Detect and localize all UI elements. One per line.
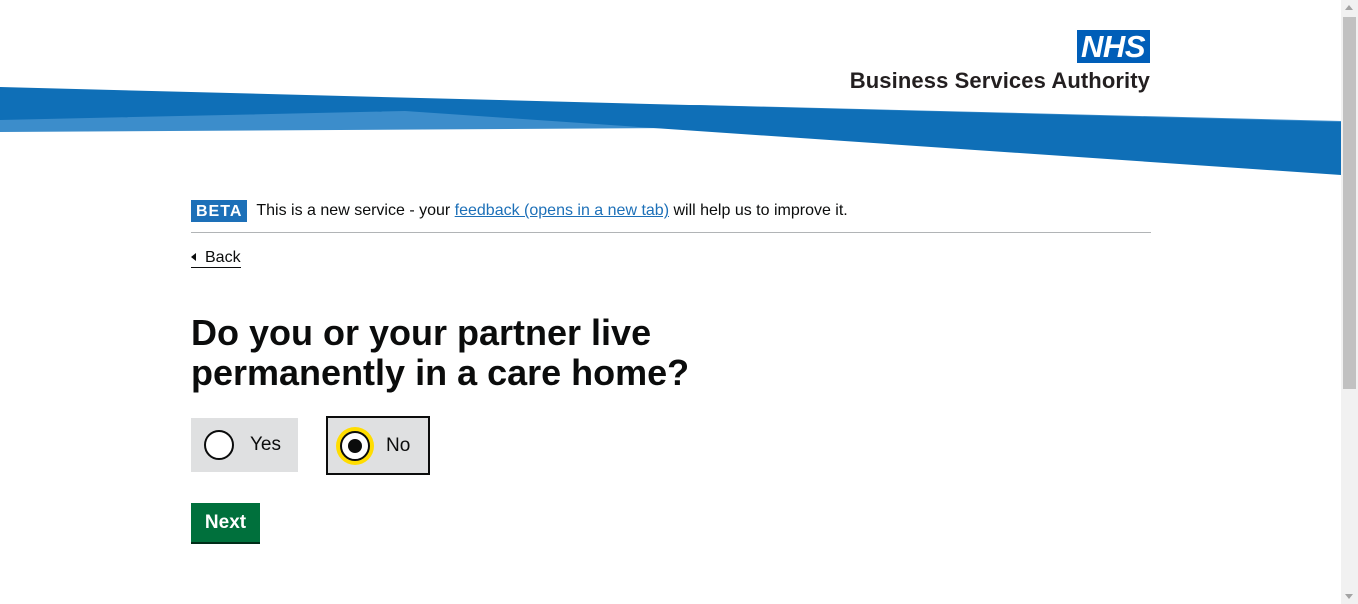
radio-option-yes[interactable]: Yes bbox=[191, 418, 298, 472]
beta-tag: BETA bbox=[191, 200, 248, 222]
chevron-left-icon bbox=[191, 253, 196, 261]
scroll-up-arrow-icon[interactable] bbox=[1345, 5, 1353, 10]
radio-label-yes[interactable]: Yes bbox=[250, 434, 281, 456]
back-link-label: Back bbox=[205, 249, 241, 266]
radio-button-selected[interactable] bbox=[340, 430, 370, 461]
next-button[interactable]: Next bbox=[191, 503, 260, 542]
page-title: Do you or your partner live permanently … bbox=[191, 312, 690, 393]
nhs-logo-mark: NHS bbox=[1077, 30, 1150, 63]
phase-banner: BETA This is a new service - your feedba… bbox=[191, 200, 1151, 233]
radio-button-unselected[interactable] bbox=[204, 430, 234, 460]
scrollbar-thumb[interactable] bbox=[1343, 17, 1356, 389]
radio-label-no[interactable]: No bbox=[386, 435, 410, 457]
feedback-link[interactable]: feedback (opens in a new tab) bbox=[455, 202, 669, 219]
phase-banner-text: This is a new service - your feedback (o… bbox=[256, 200, 847, 222]
phase-banner-text-after: will help us to improve it. bbox=[669, 202, 848, 219]
radio-selected-dot bbox=[348, 438, 362, 453]
scroll-down-arrow-icon[interactable] bbox=[1345, 594, 1353, 599]
radio-option-no[interactable]: No bbox=[326, 416, 430, 475]
nhsbsa-logo[interactable]: NHS Business Services Authority bbox=[850, 30, 1150, 94]
page: NHS Business Services Authority BETA Thi… bbox=[0, 0, 1341, 604]
org-name: Business Services Authority bbox=[849, 68, 1150, 93]
vertical-scrollbar[interactable] bbox=[1341, 0, 1358, 604]
back-link[interactable]: Back bbox=[191, 248, 241, 268]
phase-banner-text-before: This is a new service - your bbox=[256, 202, 455, 219]
